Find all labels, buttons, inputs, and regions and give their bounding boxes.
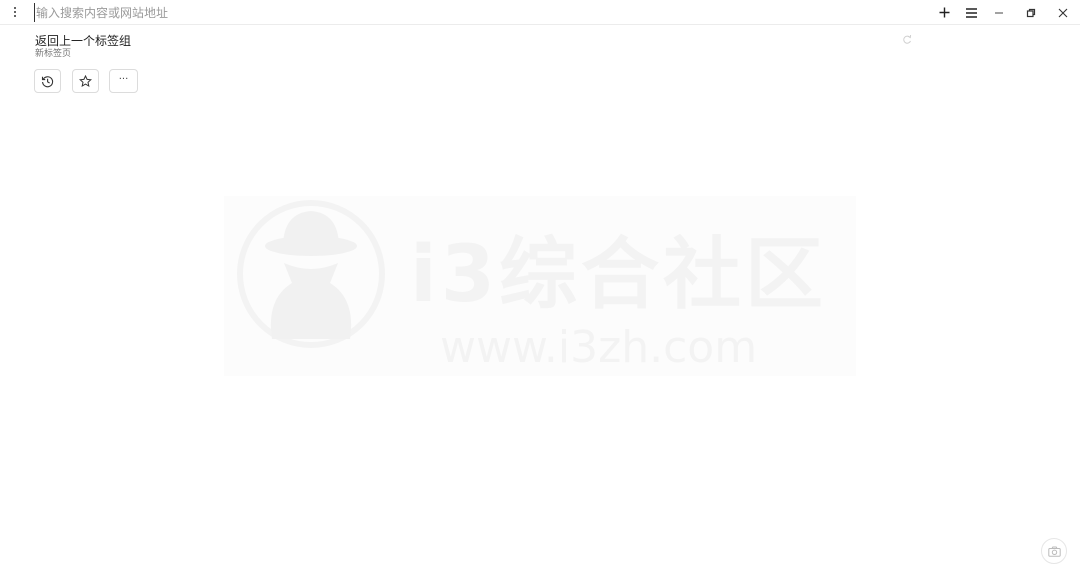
top-bar — [0, 0, 1080, 25]
plus-icon — [939, 7, 949, 18]
star-icon — [79, 74, 92, 87]
tab-group-subtitle: 新标签页 — [35, 49, 72, 59]
minimize-button[interactable] — [985, 0, 1013, 25]
menu-icon — [965, 7, 977, 18]
restore-icon — [1026, 8, 1036, 17]
more-vert-icon[interactable] — [8, 4, 22, 20]
history-icon — [41, 75, 54, 87]
watermark-url: www.i3zh.com — [440, 322, 758, 373]
more-dots-label: ··· — [118, 73, 129, 85]
watermark-logo-icon — [237, 200, 385, 348]
history-button[interactable] — [34, 69, 61, 93]
new-tab-button[interactable] — [930, 0, 958, 25]
restore-button[interactable] — [1017, 0, 1045, 25]
close-button[interactable] — [1049, 0, 1077, 25]
tab-group-title[interactable]: 返回上一个标签组 — [35, 34, 131, 49]
favorite-button[interactable] — [72, 69, 99, 93]
minimize-icon — [995, 12, 1003, 13]
camera-icon — [1047, 546, 1061, 557]
menu-button[interactable] — [957, 0, 985, 25]
restore-tab-group[interactable]: 返回上一个标签组 新标签页 — [35, 34, 131, 60]
address-input[interactable] — [34, 3, 896, 22]
screenshot-button[interactable] — [1041, 538, 1067, 564]
close-icon — [1058, 8, 1068, 17]
watermark-title: i3综合社区 — [410, 230, 828, 320]
more-button[interactable]: ··· — [109, 69, 138, 93]
redo-icon[interactable] — [901, 33, 913, 45]
